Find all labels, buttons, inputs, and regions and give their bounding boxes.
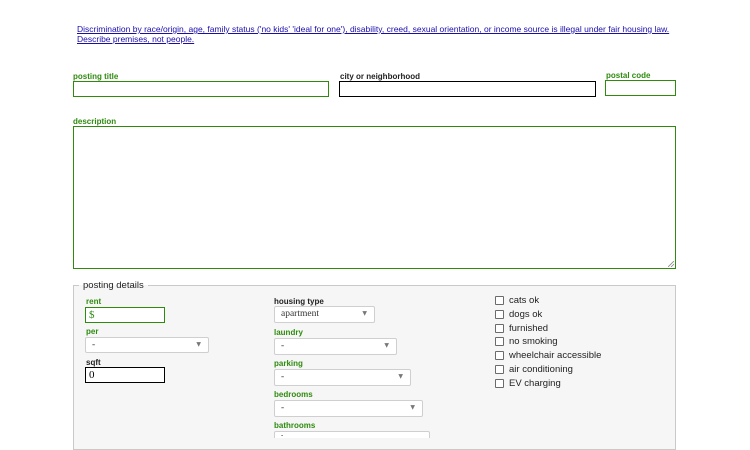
checkbox-label[interactable]: EV charging: [509, 378, 561, 389]
bedrooms-label: bedrooms: [274, 390, 313, 399]
posting-details-legend: posting details: [83, 280, 144, 291]
sqft-input[interactable]: 0: [85, 367, 165, 383]
checkbox-label[interactable]: no smoking: [509, 336, 558, 347]
checkbox-label[interactable]: air conditioning: [509, 364, 573, 375]
chevron-down-icon: ▼: [410, 404, 415, 411]
checkbox[interactable]: [495, 337, 504, 347]
bedrooms-selected-value: -: [281, 403, 285, 413]
posting-title-input[interactable]: [73, 81, 329, 97]
city-label: city or neighborhood: [340, 72, 420, 81]
bedrooms-select[interactable]: - ▼: [274, 400, 423, 417]
posting-title-label: posting title: [73, 72, 119, 81]
chevron-down-icon: ▼: [196, 341, 201, 348]
sqft-value: 0: [89, 369, 95, 381]
checkbox[interactable]: [495, 296, 504, 305]
per-select[interactable]: - ▼: [85, 337, 209, 353]
housing-type-select[interactable]: apartment ▼: [274, 306, 375, 323]
rent-currency-prefix: $: [89, 309, 95, 321]
checkbox-row[interactable]: dogs ok: [495, 308, 542, 321]
fair-housing-notice: Discrimination by race/origin, age, fami…: [77, 24, 677, 44]
postal-code-input[interactable]: [605, 80, 676, 96]
laundry-label: laundry: [274, 328, 303, 337]
checkbox-row[interactable]: EV charging: [495, 377, 561, 390]
resize-grip-icon[interactable]: [668, 261, 674, 267]
chevron-down-icon: ▼: [384, 342, 389, 349]
checkbox-label[interactable]: furnished: [509, 323, 548, 334]
checkbox[interactable]: [495, 309, 504, 319]
checkbox-row[interactable]: no smoking: [495, 335, 558, 348]
rent-input[interactable]: $: [85, 307, 165, 323]
checkbox-label[interactable]: wheelchair accessible: [509, 350, 601, 361]
chevron-down-icon: ▼: [398, 373, 403, 380]
checkbox-row[interactable]: wheelchair accessible: [495, 349, 601, 362]
parking-selected-value: -: [281, 372, 285, 382]
checkbox-label[interactable]: dogs ok: [509, 309, 542, 320]
bathrooms-select[interactable]: -: [274, 431, 430, 438]
checkbox-row[interactable]: furnished: [495, 322, 548, 335]
laundry-selected-value: -: [281, 341, 285, 351]
checkbox[interactable]: [495, 351, 504, 361]
per-label: per: [86, 327, 99, 336]
city-input[interactable]: [339, 81, 596, 97]
description-label: description: [73, 117, 117, 126]
checkbox-label[interactable]: cats ok: [509, 295, 539, 306]
sqft-label: sqft: [86, 358, 101, 367]
posting-details-panel: posting details: [73, 280, 676, 450]
housing-type-label: housing type: [274, 297, 324, 306]
checkbox[interactable]: [495, 365, 504, 374]
housing-type-selected-value: apartment: [281, 309, 319, 319]
checkbox-row[interactable]: air conditioning: [495, 363, 573, 376]
parking-select[interactable]: - ▼: [274, 369, 411, 386]
bathrooms-selected-value: -: [281, 431, 284, 437]
describe-premises-link[interactable]: Describe premises, not people.: [77, 34, 677, 44]
checkbox[interactable]: [495, 378, 504, 388]
postal-code-label: postal code: [606, 71, 651, 80]
per-selected-value: -: [92, 340, 96, 350]
checkbox[interactable]: [495, 323, 504, 333]
laundry-select[interactable]: - ▼: [274, 338, 397, 355]
chevron-down-icon: ▼: [362, 310, 367, 317]
rent-label: rent: [86, 297, 102, 306]
description-textarea[interactable]: [73, 126, 676, 269]
checkbox-row[interactable]: cats ok: [495, 294, 539, 307]
bathrooms-label: bathrooms: [274, 421, 316, 430]
fair-housing-link[interactable]: Discrimination by race/origin, age, fami…: [77, 24, 677, 34]
parking-label: parking: [274, 359, 303, 368]
